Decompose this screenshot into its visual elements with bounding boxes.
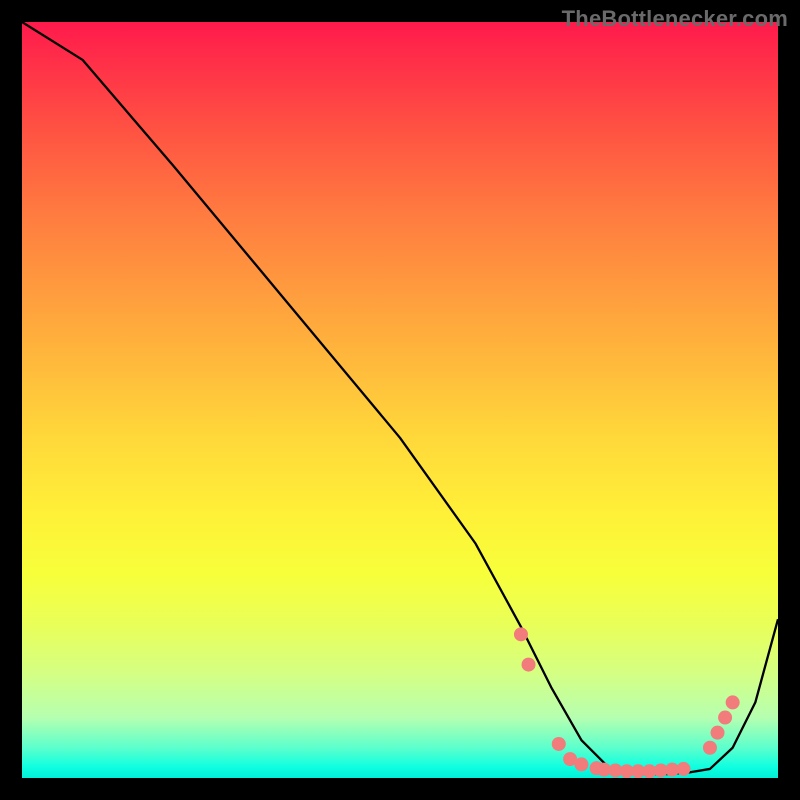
chart-plot-area [22, 22, 778, 778]
chart-data-marker [552, 737, 566, 751]
watermark-label: TheBottlenecker.com [562, 6, 788, 32]
chart-data-marker [711, 726, 725, 740]
chart-series-curve [22, 22, 778, 774]
chart-data-marker [514, 627, 528, 641]
chart-data-marker [718, 711, 732, 725]
chart-data-marker [522, 658, 536, 672]
chart-data-marker [677, 762, 691, 776]
chart-marker-layer [514, 627, 740, 778]
chart-line-layer [22, 22, 778, 774]
chart-data-marker [703, 741, 717, 755]
chart-svg-overlay [22, 22, 778, 778]
chart-data-marker [726, 695, 740, 709]
chart-data-marker [574, 757, 588, 771]
